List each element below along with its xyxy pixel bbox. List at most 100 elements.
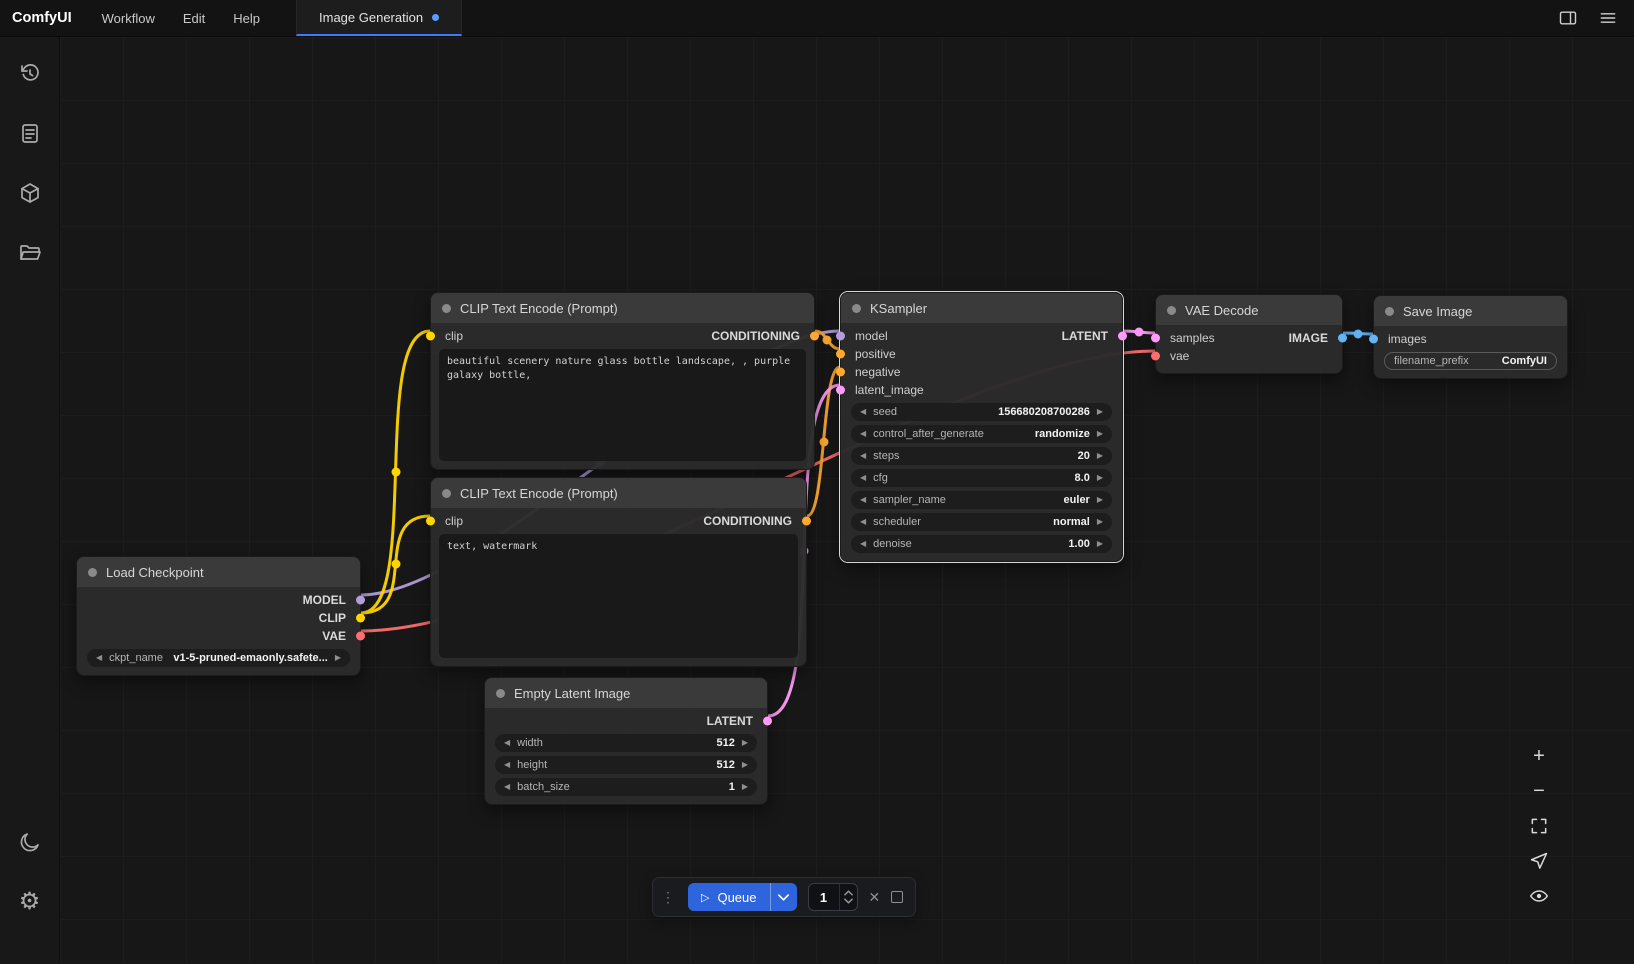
output-slot-conditioning[interactable] — [802, 517, 811, 526]
collapse-icon[interactable] — [1167, 306, 1176, 315]
widget-batch-size[interactable]: ◀ batch_size 1 ▶ — [495, 778, 757, 796]
arrow-right-icon[interactable]: ▶ — [1097, 496, 1103, 504]
input-slot-positive[interactable] — [836, 350, 845, 359]
node-header[interactable]: Load Checkpoint — [77, 557, 360, 587]
settings-gear-icon[interactable]: ⚙ — [8, 880, 52, 924]
input-slot-clip[interactable] — [426, 517, 435, 526]
arrow-left-icon[interactable]: ◀ — [860, 540, 866, 548]
widget-filename-prefix[interactable]: filename_prefix ComfyUI — [1384, 352, 1557, 370]
cancel-icon[interactable]: ✕ — [869, 889, 881, 906]
widget-seed[interactable]: ◀ seed 156680208700286 ▶ — [851, 403, 1112, 421]
menu-workflow[interactable]: Workflow — [88, 0, 169, 36]
input-slot-vae[interactable] — [1151, 352, 1160, 361]
collapse-icon[interactable] — [852, 304, 861, 313]
node-save-image[interactable]: Save Image images filename_prefix ComfyU… — [1373, 295, 1568, 379]
output-slot-model[interactable] — [356, 596, 365, 605]
arrow-left-icon[interactable]: ◀ — [504, 761, 510, 769]
menu-edit[interactable]: Edit — [169, 0, 219, 36]
node-clip-text-encode-positive[interactable]: CLIP Text Encode (Prompt) clip CONDITION… — [430, 292, 815, 470]
batch-count-input[interactable] — [809, 884, 839, 910]
collapse-icon[interactable] — [1385, 307, 1394, 316]
widget-denoise[interactable]: ◀ denoise 1.00 ▶ — [851, 535, 1112, 553]
widget-sampler-name[interactable]: ◀ sampler_name euler ▶ — [851, 491, 1112, 509]
input-slot-samples[interactable] — [1151, 334, 1160, 343]
arrow-left-icon[interactable]: ◀ — [860, 474, 866, 482]
arrow-right-icon[interactable]: ▶ — [335, 654, 341, 662]
zoom-out-button[interactable]: − — [1527, 779, 1551, 803]
node-header[interactable]: CLIP Text Encode (Prompt) — [431, 478, 806, 508]
arrow-right-icon[interactable]: ▶ — [1097, 408, 1103, 416]
arrow-right-icon[interactable]: ▶ — [1097, 452, 1103, 460]
stepper-up-icon[interactable] — [844, 890, 853, 896]
input-slot-negative[interactable] — [836, 368, 845, 377]
node-header[interactable]: Save Image — [1374, 296, 1567, 326]
drag-handle-icon[interactable]: ⋮ — [659, 889, 677, 906]
menu-help[interactable]: Help — [219, 0, 274, 36]
collapse-icon[interactable] — [442, 304, 451, 313]
node-vae-decode[interactable]: VAE Decode samples IMAGE vae — [1155, 294, 1343, 374]
prompt-textarea[interactable]: text, watermark — [439, 534, 798, 658]
widget-steps[interactable]: ◀ steps 20 ▶ — [851, 447, 1112, 465]
collapse-icon[interactable] — [496, 689, 505, 698]
arrow-right-icon[interactable]: ▶ — [742, 761, 748, 769]
arrow-left-icon[interactable]: ◀ — [860, 518, 866, 526]
arrow-left-icon[interactable]: ◀ — [860, 496, 866, 504]
hamburger-menu-icon[interactable] — [1598, 8, 1618, 28]
node-header[interactable]: VAE Decode — [1156, 295, 1342, 325]
collapse-icon[interactable] — [88, 568, 97, 577]
history-icon[interactable] — [8, 51, 52, 95]
workflows-folder-icon[interactable] — [8, 231, 52, 275]
panel-toggle-icon[interactable] — [1558, 8, 1578, 28]
node-load-checkpoint[interactable]: Load Checkpoint MODEL CLIP VAE ◀ ckpt_na… — [76, 556, 361, 676]
arrow-left-icon[interactable]: ◀ — [860, 430, 866, 438]
input-slot-model[interactable] — [836, 332, 845, 341]
toggle-visibility-button[interactable] — [1527, 884, 1551, 908]
output-slot-latent[interactable] — [1118, 332, 1127, 341]
output-slot-conditioning[interactable] — [810, 332, 819, 341]
widget-height[interactable]: ◀ height 512 ▶ — [495, 756, 757, 774]
widget-cfg[interactable]: ◀ cfg 8.0 ▶ — [851, 469, 1112, 487]
arrow-right-icon[interactable]: ▶ — [1097, 518, 1103, 526]
fit-view-button[interactable] — [1527, 814, 1551, 838]
model-library-icon[interactable] — [8, 171, 52, 215]
collapse-icon[interactable] — [442, 489, 451, 498]
arrow-right-icon[interactable]: ▶ — [1097, 540, 1103, 548]
arrow-right-icon[interactable]: ▶ — [742, 783, 748, 791]
prompt-textarea[interactable]: beautiful scenery nature glass bottle la… — [439, 349, 806, 461]
arrow-left-icon[interactable]: ◀ — [504, 783, 510, 791]
zoom-in-button[interactable]: + — [1527, 744, 1551, 768]
widget-scheduler[interactable]: ◀ scheduler normal ▶ — [851, 513, 1112, 531]
input-slot-images[interactable] — [1369, 335, 1378, 344]
arrow-left-icon[interactable]: ◀ — [860, 452, 866, 460]
widget-control-after-generate[interactable]: ◀ control_after_generate randomize ▶ — [851, 425, 1112, 443]
tab-image-generation[interactable]: Image Generation — [296, 0, 462, 36]
widget-width[interactable]: ◀ width 512 ▶ — [495, 734, 757, 752]
stepper-down-icon[interactable] — [844, 898, 853, 904]
arrow-left-icon[interactable]: ◀ — [504, 739, 510, 747]
input-slot-latent-image[interactable] — [836, 386, 845, 395]
node-ksampler[interactable]: KSampler model LATENT positive negative … — [840, 292, 1123, 562]
output-slot-latent[interactable] — [763, 717, 772, 726]
queue-button[interactable]: ▷ Queue — [688, 883, 770, 911]
node-empty-latent-image[interactable]: Empty Latent Image LATENT ◀ width 512 ▶ … — [484, 677, 768, 805]
queue-dropdown-button[interactable] — [770, 883, 797, 911]
node-header[interactable]: Empty Latent Image — [485, 678, 767, 708]
node-header[interactable]: KSampler — [841, 293, 1122, 323]
queue-list-icon[interactable] — [8, 111, 52, 155]
output-slot-vae[interactable] — [356, 632, 365, 641]
arrow-right-icon[interactable]: ▶ — [1097, 474, 1103, 482]
arrow-right-icon[interactable]: ▶ — [1097, 430, 1103, 438]
input-slot-clip[interactable] — [426, 332, 435, 341]
arrow-right-icon[interactable]: ▶ — [742, 739, 748, 747]
slot-label-image: IMAGE — [1289, 331, 1328, 345]
arrow-left-icon[interactable]: ◀ — [860, 408, 866, 416]
node-clip-text-encode-negative[interactable]: CLIP Text Encode (Prompt) clip CONDITION… — [430, 477, 807, 667]
output-slot-image[interactable] — [1338, 334, 1347, 343]
node-header[interactable]: CLIP Text Encode (Prompt) — [431, 293, 814, 323]
select-mode-button[interactable] — [1527, 849, 1551, 873]
theme-moon-icon[interactable] — [8, 820, 52, 864]
arrow-left-icon[interactable]: ◀ — [96, 654, 102, 662]
widget-ckpt-name[interactable]: ◀ ckpt_name v1-5-pruned-emaonly.safete..… — [87, 649, 350, 667]
output-slot-clip[interactable] — [356, 614, 365, 623]
stop-icon[interactable] — [891, 891, 903, 903]
